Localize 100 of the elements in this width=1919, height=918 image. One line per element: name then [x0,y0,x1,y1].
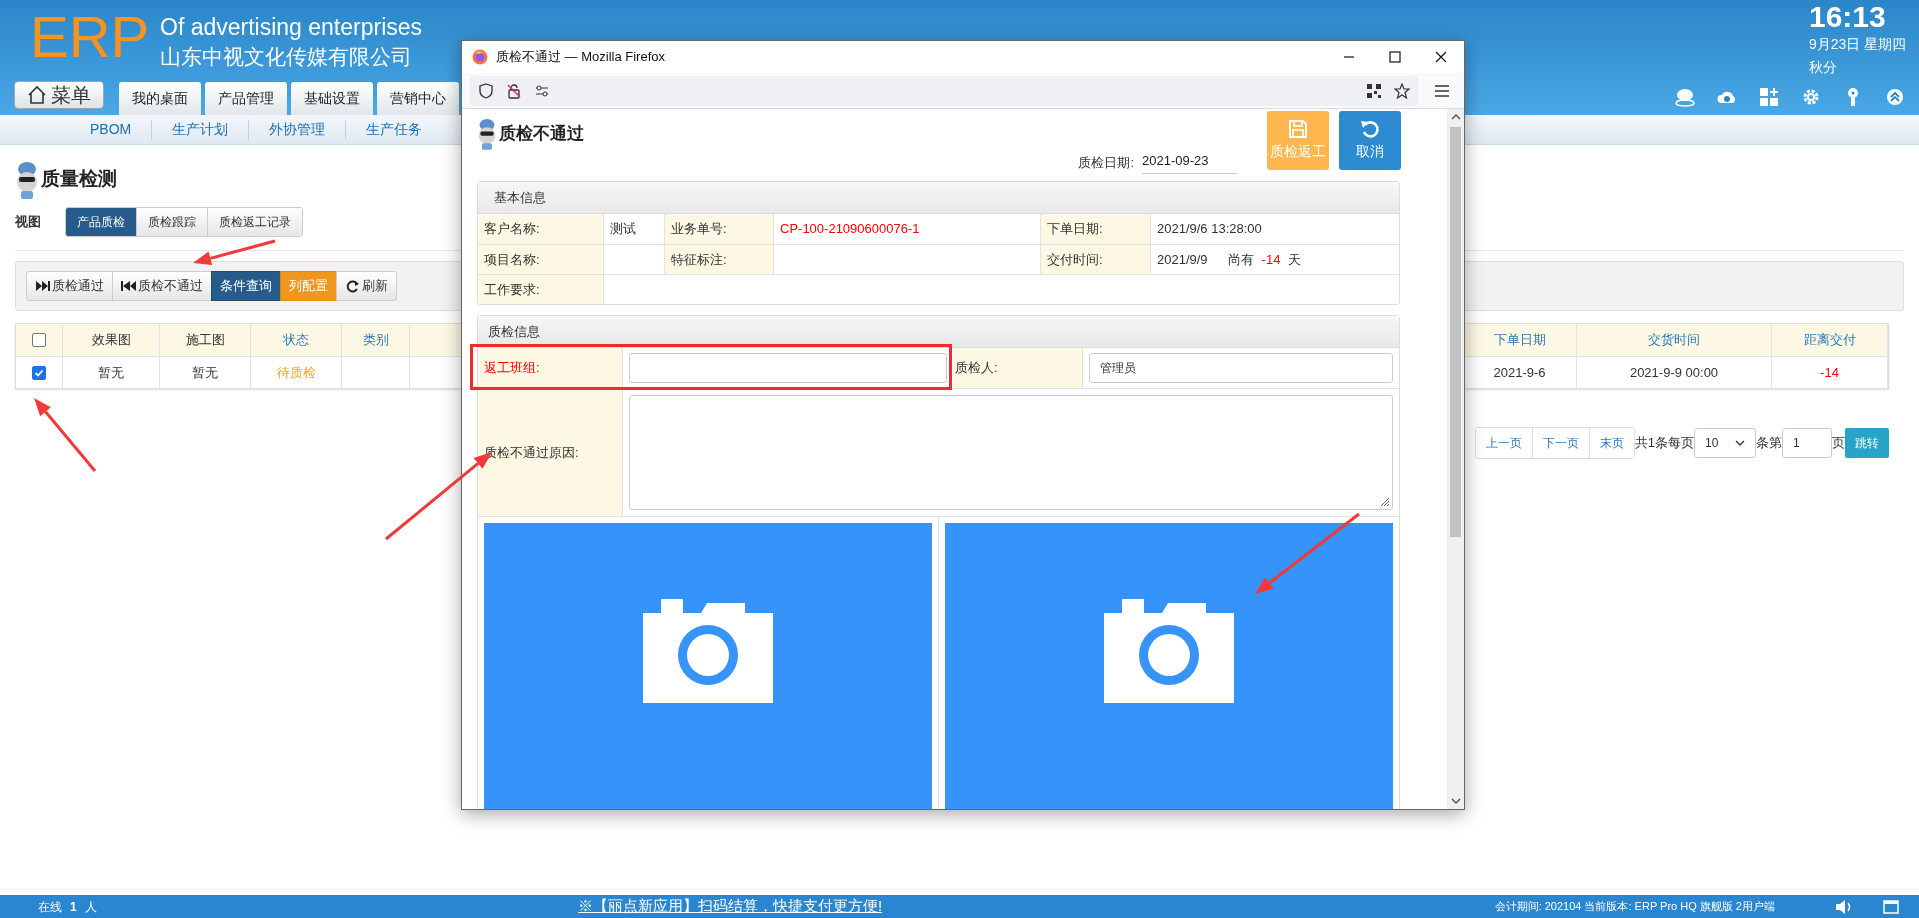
nav-tab[interactable]: 基础设置 [291,82,373,115]
resize-grip-icon [1380,497,1390,507]
undo-icon [1360,119,1380,139]
company-name: 山东中视文化传媒有限公司 [160,44,413,70]
field-value: 天 [1288,250,1302,269]
column-header[interactable]: 交货时间 [1648,330,1700,350]
select-all-checkbox[interactable] [32,333,46,347]
toolbar-button[interactable]: 条件查询 [211,271,281,301]
version-text: 会计期间: 202104 当前版本: ERP Pro HQ 旗舰版 2用户端 [1494,899,1775,915]
scrollbar-thumb[interactable] [1450,127,1461,537]
check-icon [34,367,44,378]
sub-nav-link[interactable]: 生产计划 [172,119,229,140]
browser-logo-icon [472,49,488,65]
view-tab[interactable]: 质检跟踪 [136,208,207,236]
mascot-icon [15,159,39,200]
solar-term: 秋分 [1809,58,1838,77]
field-label: 下单日期: [1047,220,1103,239]
settings-icon[interactable] [1801,87,1821,107]
sub-nav-link[interactable]: 外协管理 [269,119,326,140]
nav-tab[interactable]: 产品管理 [205,82,287,115]
collapse-icon[interactable] [1885,87,1905,107]
window-title: 质检不通过 — Mozilla Firefox [496,48,666,67]
page-size-select[interactable]: 10 [1694,428,1756,458]
field-label: 客户名称: [484,220,540,239]
speaker-icon[interactable] [1835,898,1853,915]
column-header[interactable]: 下单日期 [1493,330,1546,350]
field-value: CP-100-21090600076-1 [780,220,920,239]
nav-tab[interactable]: 营销中心 [377,82,459,115]
sub-nav-link[interactable]: 生产任务 [366,119,423,140]
panel-title: 质检信息 [488,322,540,341]
notice-link[interactable]: ※【丽点新应用】扫码结算，快捷支付更方便! [578,895,883,918]
view-tab[interactable]: 产品质检 [66,208,136,236]
field-label: 返工班组: [484,359,540,378]
scroll-up-icon [1450,113,1461,121]
date-field[interactable]: 2021-09-23 [1142,151,1237,174]
grid-add-icon[interactable] [1759,87,1779,107]
field-label: 业务单号: [671,220,727,239]
table-cell-text: 2021-9-9 00:00 [1629,363,1719,382]
column-header[interactable]: 类别 [362,330,389,350]
pagination-text: 页 [1832,434,1845,453]
page-title: 质量检测 [41,167,117,192]
row-checkbox[interactable] [32,365,46,380]
scrollbar[interactable] [1447,109,1464,809]
photo-upload-tile[interactable] [945,523,1393,809]
maximize-icon[interactable] [1388,50,1402,64]
field-value: 尚有 [1227,250,1254,269]
date-label: 质检日期: [1078,153,1134,172]
menu-icon[interactable] [1434,83,1450,98]
field-value: 2021/9/9 [1157,250,1208,269]
table-cell-text: -14 [1820,363,1839,382]
nav-tab[interactable]: 我的桌面 [119,82,201,115]
star-icon[interactable] [1394,82,1410,99]
online-count-text: 在线 [38,898,62,916]
input-field[interactable]: 管理员 [1089,353,1393,383]
tagline: Of advertising enterprises [160,13,423,42]
go-button[interactable]: 跳转 [1845,428,1889,458]
rewind-icon [121,279,136,293]
field-value: -14 [1261,250,1281,269]
home-icon [27,85,47,105]
toolbar-button[interactable]: 质检不通过 [112,271,212,301]
logo-text: ERP [30,8,151,71]
clock-time: 16:13 [1809,0,1887,34]
table-cell-text: 2021-9-6 [1493,363,1546,382]
panel-title: 基本信息 [494,188,546,207]
field-label: 交付时间: [1047,250,1103,269]
refresh-icon [345,279,360,293]
save-icon [1288,119,1308,139]
input-field[interactable] [629,353,947,383]
photo-upload-tile[interactable] [484,523,932,809]
field-label: 特征标注: [671,250,727,269]
table-cell-text: 待质检 [276,363,316,382]
page-number-field[interactable]: 1 [1782,428,1832,458]
dialog-title: 质检不通过 [499,123,584,146]
window-icon[interactable] [1883,899,1899,914]
mascot-icon [477,117,497,151]
sliders-icon [534,82,550,99]
pagination-text: 共1条每页 [1634,434,1694,453]
pagination-text: 条第 [1756,434,1782,453]
table-cell-text: 暂无 [192,363,218,382]
sub-nav-link[interactable]: PBOM [90,119,132,140]
cancel-button[interactable]: 取消 [1339,111,1401,170]
field-value: 2021/9/6 13:28:00 [1157,220,1262,239]
column-header: 效果图 [91,331,131,350]
lock-slash-icon [506,82,522,99]
field-label: 质检人: [955,359,998,378]
pagination-button[interactable]: 末页 [1588,428,1634,458]
toolbar-button[interactable]: 刷新 [336,271,397,301]
shield-icon [478,82,494,99]
fast-forward-icon [35,279,50,293]
column-header[interactable]: 状态 [283,330,309,350]
toolbar-button[interactable]: 质检通过 [26,271,113,301]
chevron-down-icon [1735,440,1745,446]
view-label: 视图 [15,213,42,232]
column-header[interactable]: 距离交付 [1803,330,1856,350]
chat-icon[interactable] [1675,87,1695,107]
qr-code-icon [1366,82,1382,99]
menu-button[interactable]: 菜单 [14,81,104,109]
close-icon[interactable] [1434,50,1448,64]
view-tab[interactable]: 质检返工记录 [207,208,302,236]
field-label: 项目名称: [484,250,540,269]
